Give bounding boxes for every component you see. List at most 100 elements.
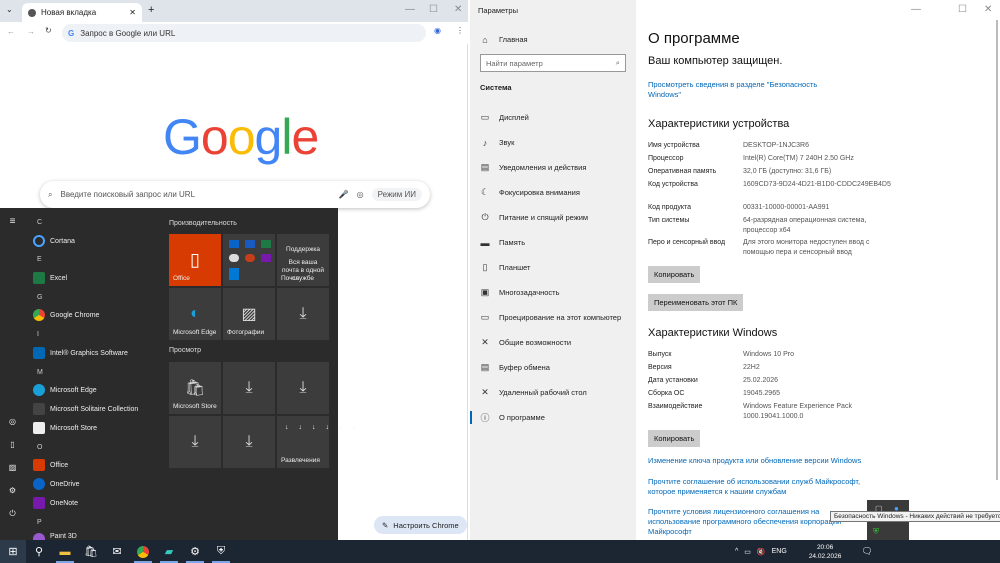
taskbar-file-explorer[interactable]: ▬ — [52, 540, 78, 563]
google-search-box[interactable]: ⌕ Введите поисковый запрос или URL 🎤 ◎ Р… — [40, 181, 430, 208]
copy-windows-button[interactable]: Копировать — [648, 430, 701, 447]
tab-new-tab[interactable]: Новая вкладка ✕ — [22, 3, 142, 22]
volume-muted-icon[interactable]: 🔇 — [757, 548, 766, 556]
settings-search-input[interactable]: Найти параметр ⌕ — [480, 54, 626, 72]
tile-store[interactable]: 🛍 Microsoft Store — [169, 362, 221, 414]
tile-pending-download[interactable]: ⤓ — [277, 362, 329, 414]
letter-header[interactable]: G — [37, 294, 42, 301]
letter-header[interactable]: O — [37, 444, 42, 451]
reload-icon[interactable]: ↻ — [45, 26, 52, 35]
home-icon: ⌂ — [482, 34, 488, 45]
close-tab-icon[interactable]: ✕ — [129, 8, 136, 17]
app-microsoft-edge[interactable]: Microsoft Edge — [33, 384, 97, 396]
rename-pc-button[interactable]: Переименовать этот ПК — [648, 294, 744, 311]
app-onedrive[interactable]: OneDrive — [33, 478, 80, 490]
minimize-button[interactable]: — — [405, 4, 415, 15]
pictures-icon[interactable]: ▨ — [9, 463, 17, 472]
security-link[interactable]: Просмотреть сведения в разделе "Безопасн… — [648, 80, 823, 100]
notifications-icon[interactable]: 🗨 — [861, 546, 872, 557]
services-agreement-link[interactable]: Прочтите соглашение об использовании слу… — [648, 477, 863, 497]
windows-security-icon[interactable]: ⛨ — [873, 527, 879, 537]
nav-item[interactable]: ♪ Звук — [470, 130, 636, 155]
nav-home[interactable]: ⌂ Главная — [470, 27, 636, 52]
omnibox[interactable]: G Запрос в Google или URL — [62, 24, 426, 42]
letter-header[interactable]: M — [37, 369, 43, 376]
start-button[interactable]: ⊞ — [0, 540, 26, 563]
edge-icon — [33, 384, 45, 396]
app-microsoft-store[interactable]: Microsoft Store — [33, 422, 97, 434]
nav-item[interactable]: ▬ Память — [470, 230, 636, 255]
chevron-up-icon[interactable]: ^ — [735, 548, 738, 555]
lens-icon[interactable]: ◎ — [357, 190, 364, 199]
nav-item[interactable]: ▤ Уведомления и действия — [470, 155, 636, 180]
hamburger-icon[interactable]: ≡ — [10, 216, 16, 227]
app-solitaire[interactable]: Microsoft Solitaire Collection — [33, 403, 138, 415]
customize-chrome-button[interactable]: ✎ Настроить Chrome — [374, 516, 467, 534]
nav-label: Общие возможности — [499, 338, 572, 347]
nav-item[interactable]: ▭ Дисплей — [470, 105, 636, 130]
tile-pending-download[interactable]: ⤓ — [277, 288, 329, 340]
tile-photos[interactable]: ▨ Фотографии — [223, 288, 275, 340]
back-icon[interactable]: ← — [7, 27, 15, 36]
taskbar-windows-security[interactable]: ⛨ — [208, 540, 234, 563]
license-terms-link[interactable]: Прочтите условия лицензионного соглашени… — [648, 507, 848, 537]
app-intel-graphics[interactable]: Intel® Graphics Software — [33, 347, 128, 359]
tab-search-chevron-icon[interactable]: ⌄ — [6, 5, 13, 14]
tile-office[interactable]: ▯ Office — [169, 234, 221, 286]
taskbar-chrome[interactable] — [130, 540, 156, 563]
ai-mode-button[interactable]: Режим ИИ — [371, 188, 422, 201]
tile-pending-download[interactable]: ⤓ — [223, 416, 275, 468]
nav-item[interactable]: ▣ Многозадачность — [470, 280, 636, 305]
tile-office-apps-folder[interactable] — [223, 234, 275, 286]
profile-icon[interactable]: ◉ — [434, 26, 441, 35]
user-icon[interactable]: ◎ — [9, 417, 16, 426]
group-header-browse[interactable]: Просмотр — [169, 347, 201, 354]
new-tab-button[interactable]: + — [148, 4, 154, 16]
nav-item[interactable]: ▤ Буфер обмена — [470, 355, 636, 380]
nav-icon: ⓘ — [480, 413, 490, 423]
voice-search-icon[interactable]: 🎤 — [339, 190, 349, 199]
language-indicator[interactable]: ENG — [772, 548, 787, 555]
tile-pending-download[interactable]: ⤓ — [169, 416, 221, 468]
search-button[interactable]: ⚲ — [26, 540, 52, 563]
letter-header[interactable]: C — [37, 219, 42, 226]
button-label: Копировать — [654, 434, 695, 443]
group-header-productivity[interactable]: Производительность — [169, 220, 237, 227]
letter-header[interactable]: E — [37, 256, 42, 263]
app-excel[interactable]: Excel — [33, 272, 67, 284]
nav-item[interactable]: ✕ Удаленный рабочий стол — [470, 380, 636, 405]
app-paint-3d[interactable]: Paint 3D — [33, 533, 77, 540]
nav-item[interactable]: ▭ Проецирование на этот компьютер — [470, 305, 636, 330]
tile-mail[interactable]: Поддержка Вся ваша почта в одной службе … — [277, 234, 329, 286]
app-office[interactable]: Office — [33, 459, 68, 471]
power-icon[interactable]: ⏻ — [9, 509, 15, 519]
menu-icon[interactable]: ⋮ — [456, 26, 464, 35]
network-icon[interactable]: ▭ — [744, 548, 751, 556]
taskbar-store[interactable]: 🛍 — [78, 540, 104, 563]
product-key-link[interactable]: Изменение ключа продукта или обновление … — [648, 456, 908, 466]
tile-edge[interactable]: ◐ Microsoft Edge — [169, 288, 221, 340]
app-cortana[interactable]: Cortana — [33, 235, 75, 247]
clock-date: 24.02.2026 — [808, 552, 842, 560]
letter-header[interactable]: I — [37, 331, 39, 338]
nav-item[interactable]: ✕ Общие возможности — [470, 330, 636, 355]
tile-entertainment-folder[interactable]: ↓↓↓↓↓↓ Развлечения — [277, 416, 356, 468]
nav-item[interactable]: ☾ Фокусировка внимания — [470, 180, 636, 205]
nav-item[interactable]: ⓘ О программе — [470, 405, 636, 430]
tile-pending-download[interactable]: ⤓ — [223, 362, 275, 414]
forward-icon[interactable]: → — [27, 27, 35, 36]
nav-item[interactable]: ▯ Планшет — [470, 255, 636, 280]
clock[interactable]: 20:06 24.02.2026 — [809, 543, 842, 561]
app-onenote[interactable]: OneNote — [33, 497, 78, 509]
taskbar-settings[interactable]: ⚙ — [182, 540, 208, 563]
settings-icon[interactable]: ⚙ — [9, 486, 16, 495]
close-button[interactable]: ✕ — [454, 4, 462, 15]
maximize-button[interactable]: ☐ — [429, 4, 438, 15]
copy-device-button[interactable]: Копировать — [648, 266, 701, 283]
documents-icon[interactable]: ▯ — [10, 440, 14, 449]
taskbar-app[interactable]: ▰ — [156, 540, 182, 563]
taskbar-mail[interactable]: ✉ — [104, 540, 130, 563]
app-google-chrome[interactable]: Google Chrome — [33, 309, 99, 321]
letter-header[interactable]: P — [37, 519, 42, 526]
nav-item[interactable]: ⏻ Питание и спящий режим — [470, 205, 636, 230]
